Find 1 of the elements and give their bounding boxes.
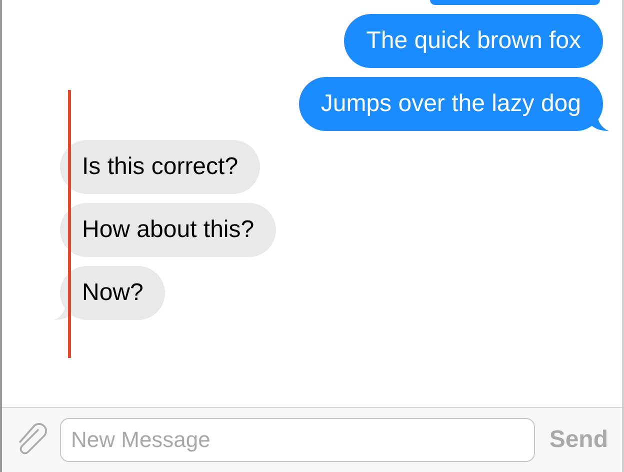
message-field[interactable]: New Message [60, 418, 536, 462]
